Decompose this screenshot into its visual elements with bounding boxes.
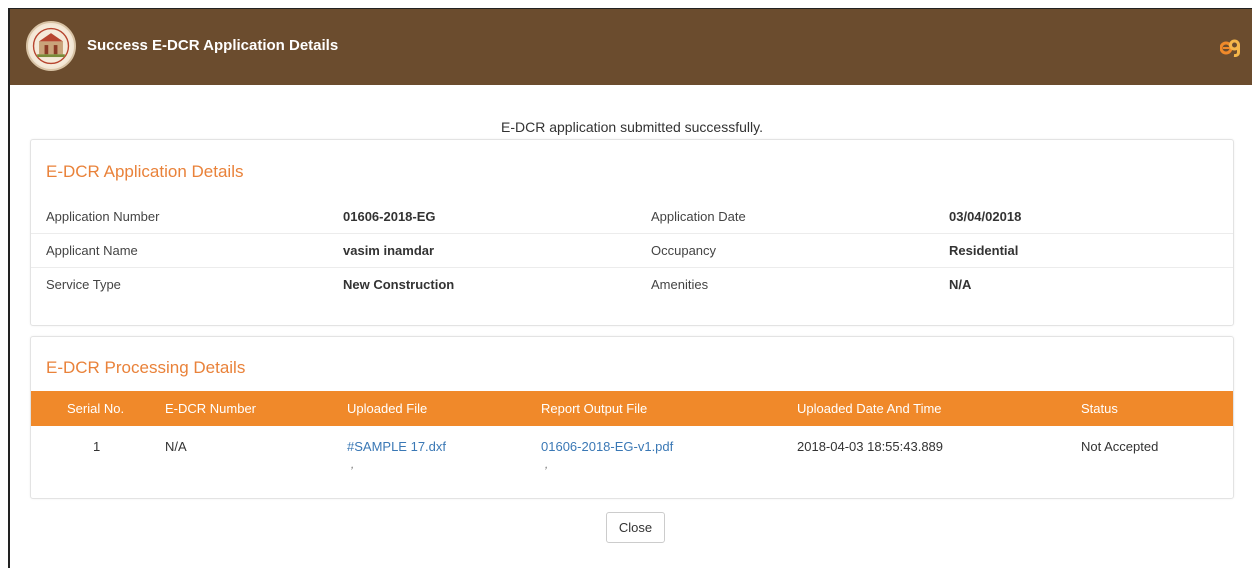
table-row: 1 N/A #SAMPLE 17.dxf 01606-2018-EG-v1.pd… xyxy=(31,426,1233,486)
details-row: Service Type New Construction Amenities … xyxy=(31,268,1233,302)
application-details-panel: E-DCR Application Details Application Nu… xyxy=(30,139,1234,326)
edcr-number-cell: N/A xyxy=(165,439,187,454)
e9-brand-icon xyxy=(1220,37,1240,57)
column-header-status: Status xyxy=(1081,401,1118,416)
application-date-label: Application Date xyxy=(651,209,746,224)
uploaded-date-cell: 2018-04-03 18:55:43.889 xyxy=(797,439,944,454)
column-header-report-file: Report Output File xyxy=(541,401,648,416)
report-file-link[interactable]: 01606-2018-EG-v1.pdf xyxy=(541,439,673,454)
occupancy-value: Residential xyxy=(949,243,1019,258)
top-bar: Success E-DCR Application Details xyxy=(10,9,1252,85)
separator-mark: , xyxy=(545,459,549,471)
separator-mark: , xyxy=(351,459,355,471)
dialog-title: Success E-DCR Application Details xyxy=(87,37,339,54)
table-header: Serial No. E-DCR Number Uploaded File Re… xyxy=(31,391,1233,426)
application-date-value: 03/04/02018 xyxy=(949,209,1022,224)
serial-cell: 1 xyxy=(93,439,101,454)
municipal-seal-logo-icon xyxy=(26,21,76,71)
application-number-value: 01606-2018-EG xyxy=(343,209,436,224)
processing-details-title: E-DCR Processing Details xyxy=(46,358,246,377)
amenities-value: N/A xyxy=(949,277,972,292)
applicant-name-value: vasim inamdar xyxy=(343,243,435,258)
column-header-uploaded-file: Uploaded File xyxy=(347,401,428,416)
app-window: Success E-DCR Application Details E-DCR … xyxy=(8,8,1252,568)
processing-details-panel: E-DCR Processing Details Serial No. E-DC… xyxy=(30,336,1234,499)
status-cell: Not Accepted xyxy=(1081,439,1159,454)
column-header-edcr-number: E-DCR Number xyxy=(165,401,257,416)
close-button[interactable]: Close xyxy=(606,512,665,543)
details-row: Application Number 01606-2018-EG Applica… xyxy=(31,200,1233,234)
success-message: E-DCR application submitted successfully… xyxy=(501,119,763,135)
occupancy-label: Occupancy xyxy=(651,243,717,258)
amenities-label: Amenities xyxy=(651,277,709,292)
column-header-serial: Serial No. xyxy=(67,401,125,416)
service-type-value: New Construction xyxy=(343,277,455,292)
application-number-label: Application Number xyxy=(46,209,160,224)
application-details-title: E-DCR Application Details xyxy=(46,162,244,181)
uploaded-file-link[interactable]: #SAMPLE 17.dxf xyxy=(347,439,446,454)
column-header-uploaded-date: Uploaded Date And Time xyxy=(797,401,942,416)
details-row: Applicant Name vasim inamdar Occupancy R… xyxy=(31,234,1233,268)
applicant-name-label: Applicant Name xyxy=(46,243,138,258)
service-type-label: Service Type xyxy=(46,277,121,292)
